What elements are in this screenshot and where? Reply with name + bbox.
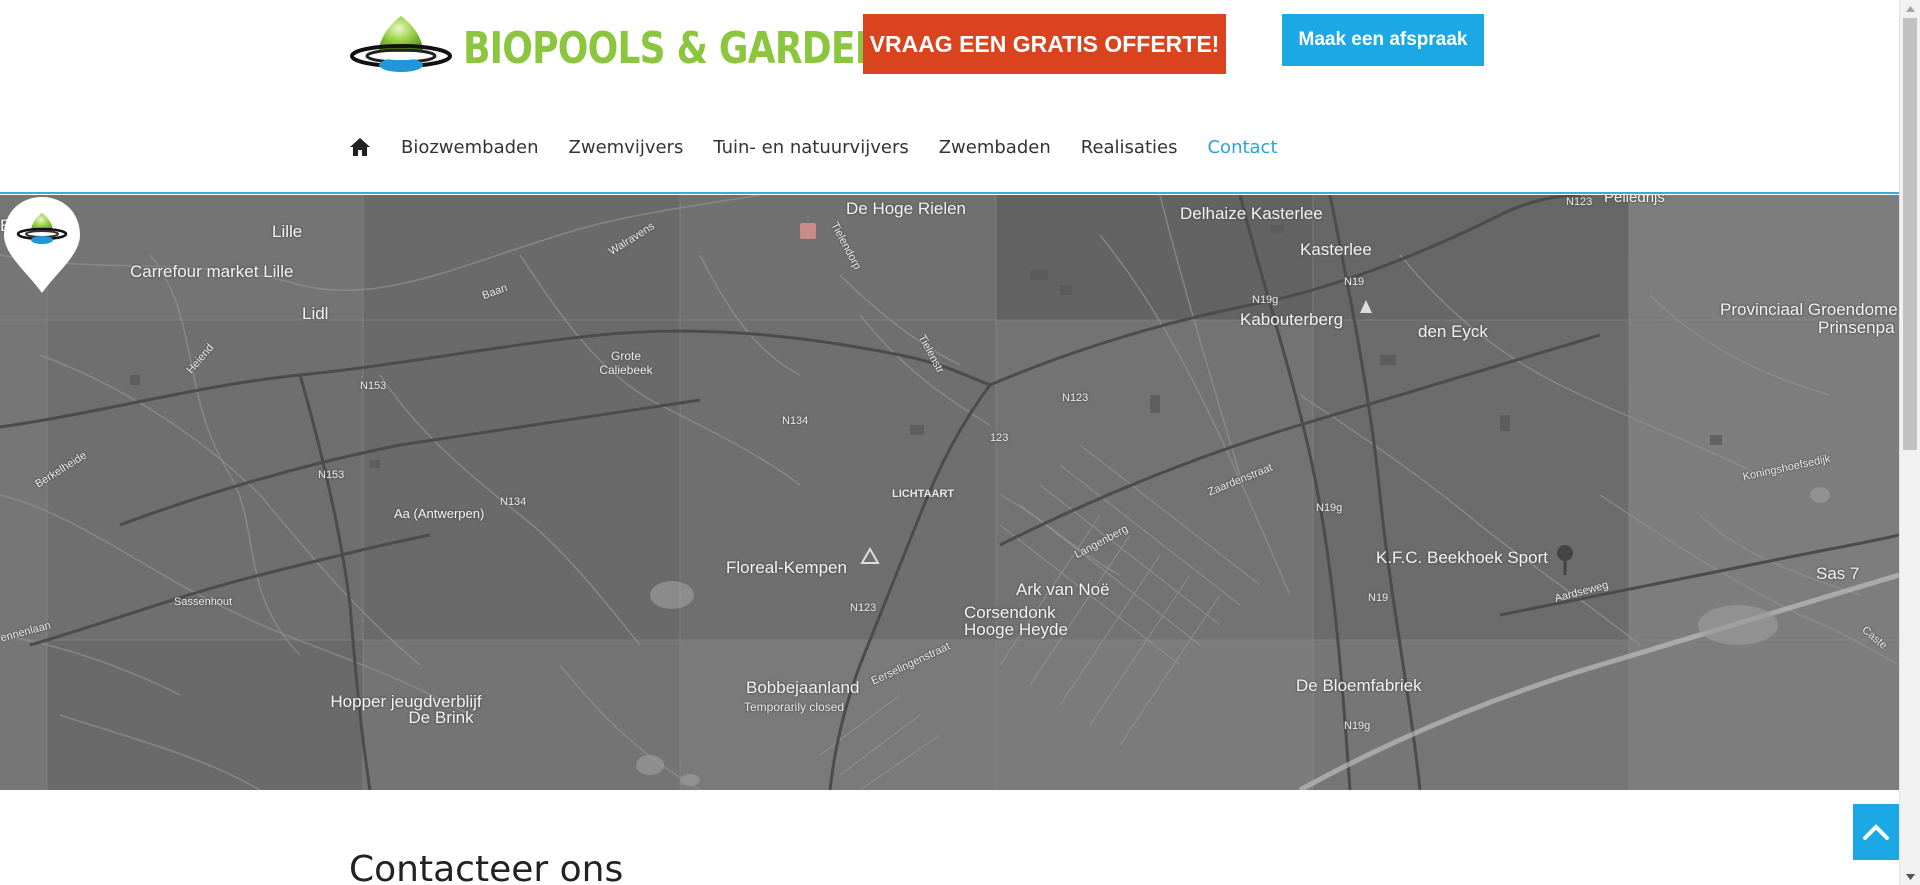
map-label: Lidl <box>302 304 329 323</box>
brand-name: BIOPOOLS & GARDENS <box>463 23 910 74</box>
scroll-down-arrow-icon[interactable] <box>1900 868 1920 885</box>
map-label: N134 <box>782 415 809 427</box>
map-label: N153 <box>360 380 387 392</box>
location-map[interactable]: E) Lille Carrefour market Lille Lidl Wal… <box>0 195 1899 790</box>
map-label: De Hoge Rielen <box>846 199 967 218</box>
map-label: N134 <box>500 496 527 508</box>
main-nav: Biozwembaden Zwemvijvers Tuin- en natuur… <box>349 132 1308 162</box>
contact-heading: Contacteer ons <box>349 849 624 885</box>
map-label: Floreal-Kempen <box>726 558 847 577</box>
map-label: Kabouterberg <box>1240 310 1344 329</box>
map-label: N123 <box>1566 196 1593 208</box>
scrollbar-thumb[interactable] <box>1903 18 1917 450</box>
nav-realisaties[interactable]: Realisaties <box>1081 137 1178 158</box>
map-label: Carrefour market Lille <box>130 262 294 281</box>
nav-home[interactable] <box>349 136 371 158</box>
map-label: Sassenhout <box>174 596 233 608</box>
map-label: Caliebeek <box>599 363 653 377</box>
logo-icon <box>350 16 452 72</box>
page: BIOPOOLS & GARDENS VRAAG EEN GRATIS OFFE… <box>0 0 1899 885</box>
map-label: De Brink <box>408 708 474 727</box>
nav-zwemvijvers[interactable]: Zwemvijvers <box>569 137 684 158</box>
map-label: Aa (Antwerpen) <box>394 506 485 521</box>
map-label: N19g <box>1316 502 1343 514</box>
nav-contact[interactable]: Contact <box>1207 137 1277 158</box>
map-label: N19 <box>1368 592 1389 604</box>
map-label: K.F.C. Beekhoek Sport <box>1376 548 1548 567</box>
scroll-up-arrow-icon[interactable] <box>1900 0 1920 17</box>
map-label: Sas 7 <box>1816 564 1860 583</box>
map-label: Bobbejaanland <box>746 678 860 697</box>
map-label: N19g <box>1344 720 1371 732</box>
map-label: den Eyck <box>1418 322 1488 341</box>
map-label: 123 <box>990 432 1009 444</box>
map-label: Hooge Heyde <box>964 620 1068 639</box>
site-header: BIOPOOLS & GARDENS VRAAG EEN GRATIS OFFE… <box>0 0 1899 194</box>
map-label: Kasterlee <box>1300 240 1372 259</box>
nav-tuin-en-natuurvijvers[interactable]: Tuin- en natuurvijvers <box>713 137 908 158</box>
map-label: N123 <box>850 602 877 614</box>
map-label: Delhaize Kasterlee <box>1180 204 1323 223</box>
free-quote-button[interactable]: VRAAG EEN GRATIS OFFERTE! <box>863 14 1226 74</box>
map-label: Lille <box>272 222 303 241</box>
map-label: Ark van Noë <box>1016 580 1110 599</box>
map-label: N19 <box>1344 276 1365 288</box>
map-label: Pelledrijs <box>1604 195 1665 206</box>
back-to-top-button[interactable] <box>1853 804 1899 860</box>
map-label: De Bloemfabriek <box>1296 676 1422 695</box>
chevron-up-icon <box>1863 824 1889 840</box>
map-label: Prinsenpa <box>1818 318 1895 337</box>
map-label: Temporarily closed <box>744 700 845 714</box>
map-label: N123 <box>1062 392 1089 404</box>
logo[interactable]: BIOPOOLS & GARDENS <box>349 12 910 78</box>
map-label: LICHTAART <box>892 488 955 500</box>
nav-biozwembaden[interactable]: Biozwembaden <box>401 137 539 158</box>
location-marker-icon[interactable] <box>0 195 84 295</box>
nav-zwembaden[interactable]: Zwembaden <box>939 137 1051 158</box>
map-label: N19g <box>1252 294 1279 306</box>
map-label: N153 <box>318 469 345 481</box>
make-appointment-button[interactable]: Maak een afspraak <box>1282 14 1484 66</box>
page-scrollbar[interactable] <box>1899 0 1920 885</box>
home-icon <box>350 138 370 156</box>
map-label: Provinciaal Groendome <box>1720 300 1898 319</box>
